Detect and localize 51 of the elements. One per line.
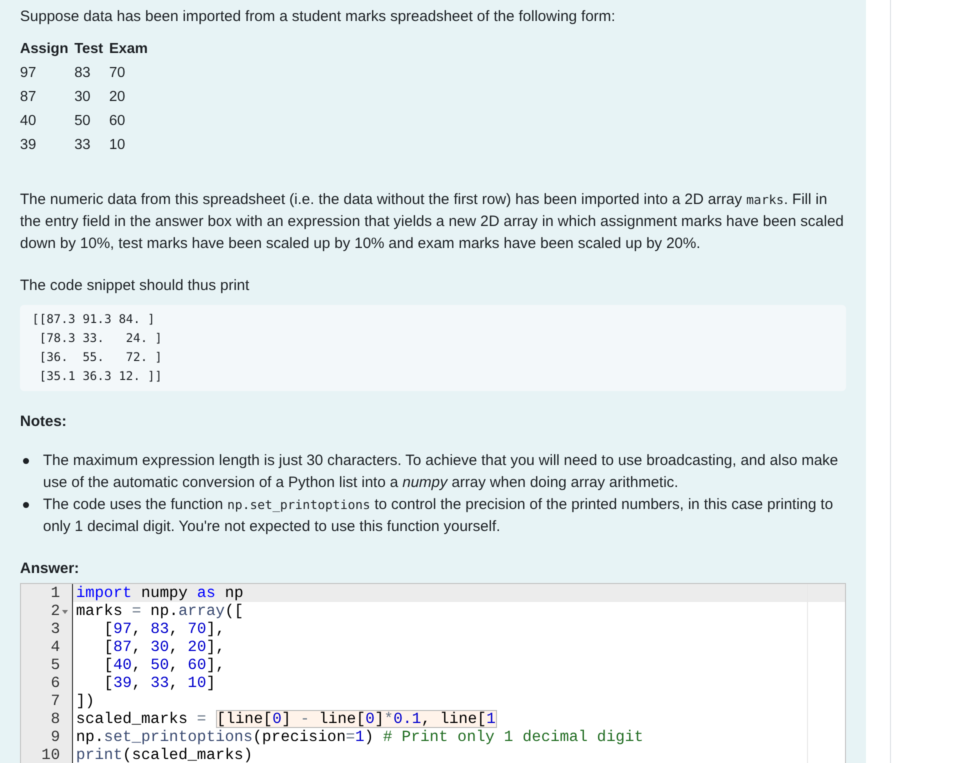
code-editor[interactable]: [20, 583, 846, 763]
line-number: 6: [50, 674, 60, 692]
code-line: [39, 33, 10]: [102, 674, 216, 692]
output-line: [35.1 36.3 12. ]]: [38, 368, 162, 385]
code-line: print(scaled_marks): [76, 746, 253, 763]
intro-text: Suppose data has been imported from a student marks spreadsheet of the following form:: [20, 7, 616, 27]
table-cell-text: 83: [74, 64, 92, 82]
column-header: Test: [74, 40, 104, 59]
output-line: [36. 55. 72. ]: [38, 349, 162, 366]
code-line: [87, 30, 20],: [102, 638, 225, 656]
line-number: 8: [50, 710, 60, 728]
table-cell-text: 33: [74, 136, 92, 154]
line-number: 5: [50, 656, 60, 674]
answer-heading: Answer:: [20, 560, 80, 577]
fold-arrow-icon[interactable]: [62, 610, 68, 614]
line-number: 10: [41, 746, 60, 763]
table-cell-text: 30: [74, 88, 92, 106]
table-cell-text: 70: [109, 64, 126, 82]
code-line: scaled_marks =: [76, 710, 206, 728]
output-intro-text: The code snippet should thus print: [20, 276, 250, 296]
table-cell-text: 60: [109, 112, 126, 130]
code-line: np.set_printoptions(precision=1) # Print only 1 decimal digit: [76, 728, 644, 746]
column-header: Assign: [20, 37, 74, 60]
bullet-icon: [23, 502, 29, 508]
line-number: 9: [50, 728, 60, 746]
column-header: Exam: [109, 40, 149, 59]
line-number: 1: [50, 584, 60, 602]
code-line: [97, 83, 70],: [102, 620, 225, 638]
table-cell-text: 10: [109, 136, 126, 154]
output-line: [[87.3 91.3 84. ]: [32, 311, 155, 328]
table-cell: 87: [20, 84, 74, 108]
line-number: 7: [50, 692, 60, 710]
description-text: The numeric data from this spreadsheet (i.e. the data without the first row) has been imported into a 2D array marks. Fill in the entry field in the answer box with an expression that yields a new 2D array in which assignment marks have been scaled down by 10%, test marks have been scaled up by 10% and exam marks have been scaled up by 20%.: [20, 190, 845, 254]
code-line: import numpy as np: [76, 584, 244, 602]
table-cell-text: 50: [74, 112, 92, 130]
table-cell-text: 20: [109, 88, 126, 106]
note-text: The maximum expression length is just 30 characters. To achieve that you will need to use broadcasting, and also make use of the automatic conversion of a Python list into a numpy array when doing array arithmetic.: [43, 451, 840, 493]
table-cell-text: 40: [20, 112, 38, 130]
code-line: ]): [76, 692, 95, 710]
table-cell: 39: [20, 132, 74, 156]
table-cell-text: 97: [20, 64, 38, 82]
code-line: [40, 50, 60],: [102, 656, 225, 674]
code-line: marks = np.array([: [76, 602, 244, 620]
output-line: [78.3 33. 24. ]: [38, 330, 162, 347]
notes-heading: Notes:: [20, 413, 68, 430]
answer-field[interactable]: [line[0] - line[0]*0.1, line[1: [216, 710, 497, 728]
line-number: 2: [50, 602, 60, 620]
line-number: 3: [50, 620, 60, 638]
note-text: The code uses the function np.set_printoptions to control the precision of the printed numbers, in this case printing to only 1 decimal digit. You're not expected to use this function yourself.: [43, 495, 834, 537]
line-number: 4: [50, 638, 60, 656]
bullet-icon: [23, 458, 29, 464]
